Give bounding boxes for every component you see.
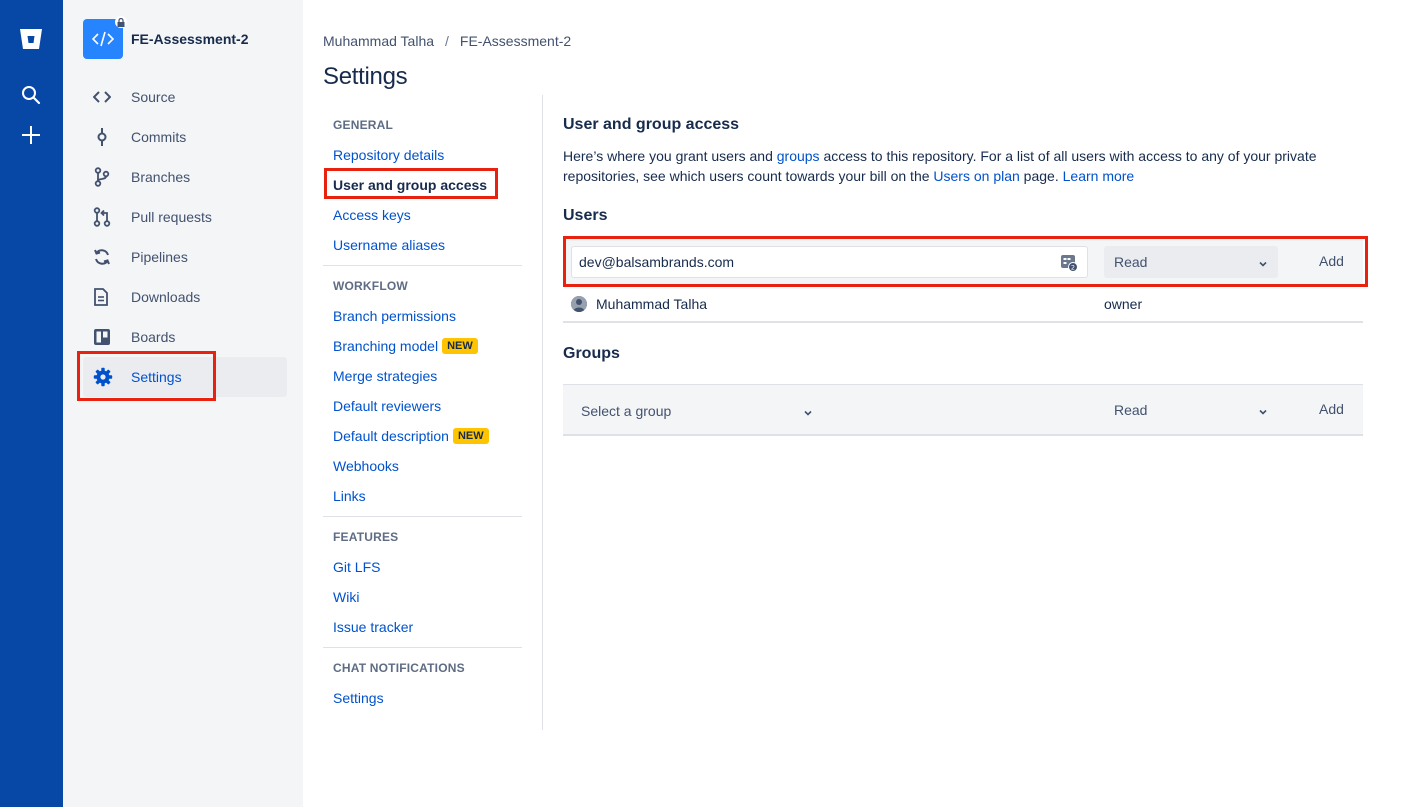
settings-link-default-reviewers[interactable]: Default reviewers	[323, 391, 522, 421]
global-navigation	[0, 0, 63, 807]
svg-text:2: 2	[1071, 264, 1075, 272]
repo-header[interactable]: FE-Assessment-2	[83, 16, 249, 59]
settings-link-git-lfs[interactable]: Git LFS	[323, 552, 522, 582]
sidebar-item-branches[interactable]: Branches	[83, 157, 287, 197]
code-icon	[92, 31, 114, 47]
sidebar-item-label: Commits	[131, 129, 187, 145]
sidebar-item-label: Pull requests	[131, 209, 212, 225]
avatar[interactable]	[571, 295, 587, 312]
breadcrumb-repo-link[interactable]: FE-Assessment-2	[460, 33, 571, 49]
add-group-row: Select a group Read Add	[563, 384, 1363, 436]
chevron-down-icon	[803, 405, 813, 421]
sidebar-item-label: Boards	[131, 329, 176, 345]
pull-request-icon	[83, 207, 123, 227]
settings-link-label: Branching model	[333, 338, 439, 354]
settings-nav-divider	[323, 647, 522, 648]
lock-icon	[115, 16, 127, 28]
document-icon	[83, 288, 123, 306]
settings-link-branching-model[interactable]: Branching model NEW	[323, 331, 522, 361]
learn-more-link[interactable]: Learn more	[1063, 168, 1135, 184]
sidebar-item-label: Source	[131, 89, 176, 105]
breadcrumb: Muhammad Talha / FE-Assessment-2	[323, 33, 571, 49]
pipelines-icon	[83, 248, 123, 266]
add-user-button[interactable]: Add	[1319, 253, 1344, 269]
user-name: Muhammad Talha	[596, 295, 708, 312]
settings-link-username-aliases[interactable]: Username aliases	[323, 230, 522, 260]
settings-link-user-and-group-access[interactable]: User and group access	[323, 170, 522, 200]
sidebar-item-settings[interactable]: Settings	[83, 357, 287, 397]
new-badge: NEW	[452, 428, 489, 444]
settings-link-branch-permissions[interactable]: Branch permissions	[323, 301, 522, 331]
sidebar-item-label: Downloads	[131, 289, 201, 305]
breadcrumb-owner-link[interactable]: Muhammad Talha	[323, 33, 434, 49]
add-group-button[interactable]: Add	[1319, 401, 1344, 417]
sidebar-item-downloads[interactable]: Downloads	[83, 277, 287, 317]
settings-nav-heading-general: GENERAL	[333, 118, 394, 132]
sidebar-item-label: Branches	[131, 169, 191, 185]
group-permission-value: Read	[1114, 402, 1148, 418]
sidebar-item-commits[interactable]: Commits	[83, 117, 287, 157]
settings-nav-divider	[323, 265, 522, 266]
settings-navigation: GENERAL Repository details User and grou…	[323, 110, 522, 713]
settings-link-issue-tracker[interactable]: Issue tracker	[323, 612, 522, 642]
search-icon[interactable]	[19, 83, 43, 107]
settings-link-chat-settings[interactable]: Settings	[323, 683, 522, 713]
user-permission-value: Read	[1114, 254, 1148, 270]
sidebar-item-boards[interactable]: Boards	[83, 317, 287, 357]
desc-text: Here’s where you grant users and	[563, 148, 777, 164]
settings-nav-heading-workflow: WORKFLOW	[333, 279, 408, 293]
group-select[interactable]: Select a group	[571, 395, 817, 427]
sidebar-item-label: Settings	[131, 369, 182, 385]
sidebar-item-pipelines[interactable]: Pipelines	[83, 237, 287, 277]
group-select-placeholder: Select a group	[581, 403, 672, 419]
settings-link-default-description[interactable]: Default description NEW	[323, 421, 522, 451]
repo-avatar	[83, 16, 127, 59]
section-title: User and group access	[563, 116, 740, 133]
new-badge: NEW	[442, 338, 478, 354]
settings-nav-divider	[323, 516, 522, 517]
project-sidebar: FE-Assessment-2 Source Commits Branches …	[63, 0, 303, 807]
code-icon	[83, 90, 123, 104]
settings-nav-heading-chat-notifications: CHAT NOTIFICATIONS	[333, 661, 465, 675]
settings-link-links[interactable]: Links	[323, 481, 522, 511]
commit-icon	[83, 128, 123, 146]
users-on-plan-link[interactable]: Users on plan	[933, 168, 1019, 184]
vertical-divider	[542, 95, 543, 730]
settings-link-webhooks[interactable]: Webhooks	[323, 451, 522, 481]
desc-text: page.	[1019, 168, 1063, 184]
sidebar-item-source[interactable]: Source	[83, 77, 287, 117]
users-heading: Users	[563, 207, 608, 224]
user-search-input[interactable]	[571, 246, 1088, 278]
access-description: Here’s where you grant users and groups …	[563, 146, 1363, 186]
settings-link-merge-strategies[interactable]: Merge strategies	[323, 361, 522, 391]
user-row: Muhammad Talha owner	[563, 286, 1363, 323]
user-permission-select[interactable]: Read	[1104, 246, 1278, 278]
board-icon	[83, 328, 123, 346]
sidebar-item-label: Pipelines	[131, 249, 188, 265]
branch-icon	[83, 167, 123, 187]
settings-link-wiki[interactable]: Wiki	[323, 582, 522, 612]
chevron-down-icon	[1258, 404, 1268, 420]
sidebar-item-pull-requests[interactable]: Pull requests	[83, 197, 287, 237]
user-role: owner	[1104, 295, 1143, 312]
bitbucket-logo-icon[interactable]	[19, 27, 43, 51]
settings-link-repository-details[interactable]: Repository details	[323, 140, 522, 170]
settings-link-label: Default description	[333, 428, 449, 444]
breadcrumb-separator: /	[445, 33, 449, 49]
page-title: Settings	[323, 63, 408, 90]
plus-icon[interactable]	[19, 123, 43, 147]
group-permission-select[interactable]: Read	[1104, 394, 1278, 426]
gear-icon	[83, 367, 123, 387]
add-user-row: 2 Read Add	[563, 238, 1363, 286]
contact-card-icon[interactable]: 2	[1060, 254, 1078, 275]
settings-link-access-keys[interactable]: Access keys	[323, 200, 522, 230]
groups-link[interactable]: groups	[777, 148, 820, 164]
chevron-down-icon	[1258, 256, 1268, 272]
settings-nav-heading-features: FEATURES	[333, 530, 399, 544]
repo-name: FE-Assessment-2	[131, 31, 249, 47]
groups-heading: Groups	[563, 345, 620, 362]
